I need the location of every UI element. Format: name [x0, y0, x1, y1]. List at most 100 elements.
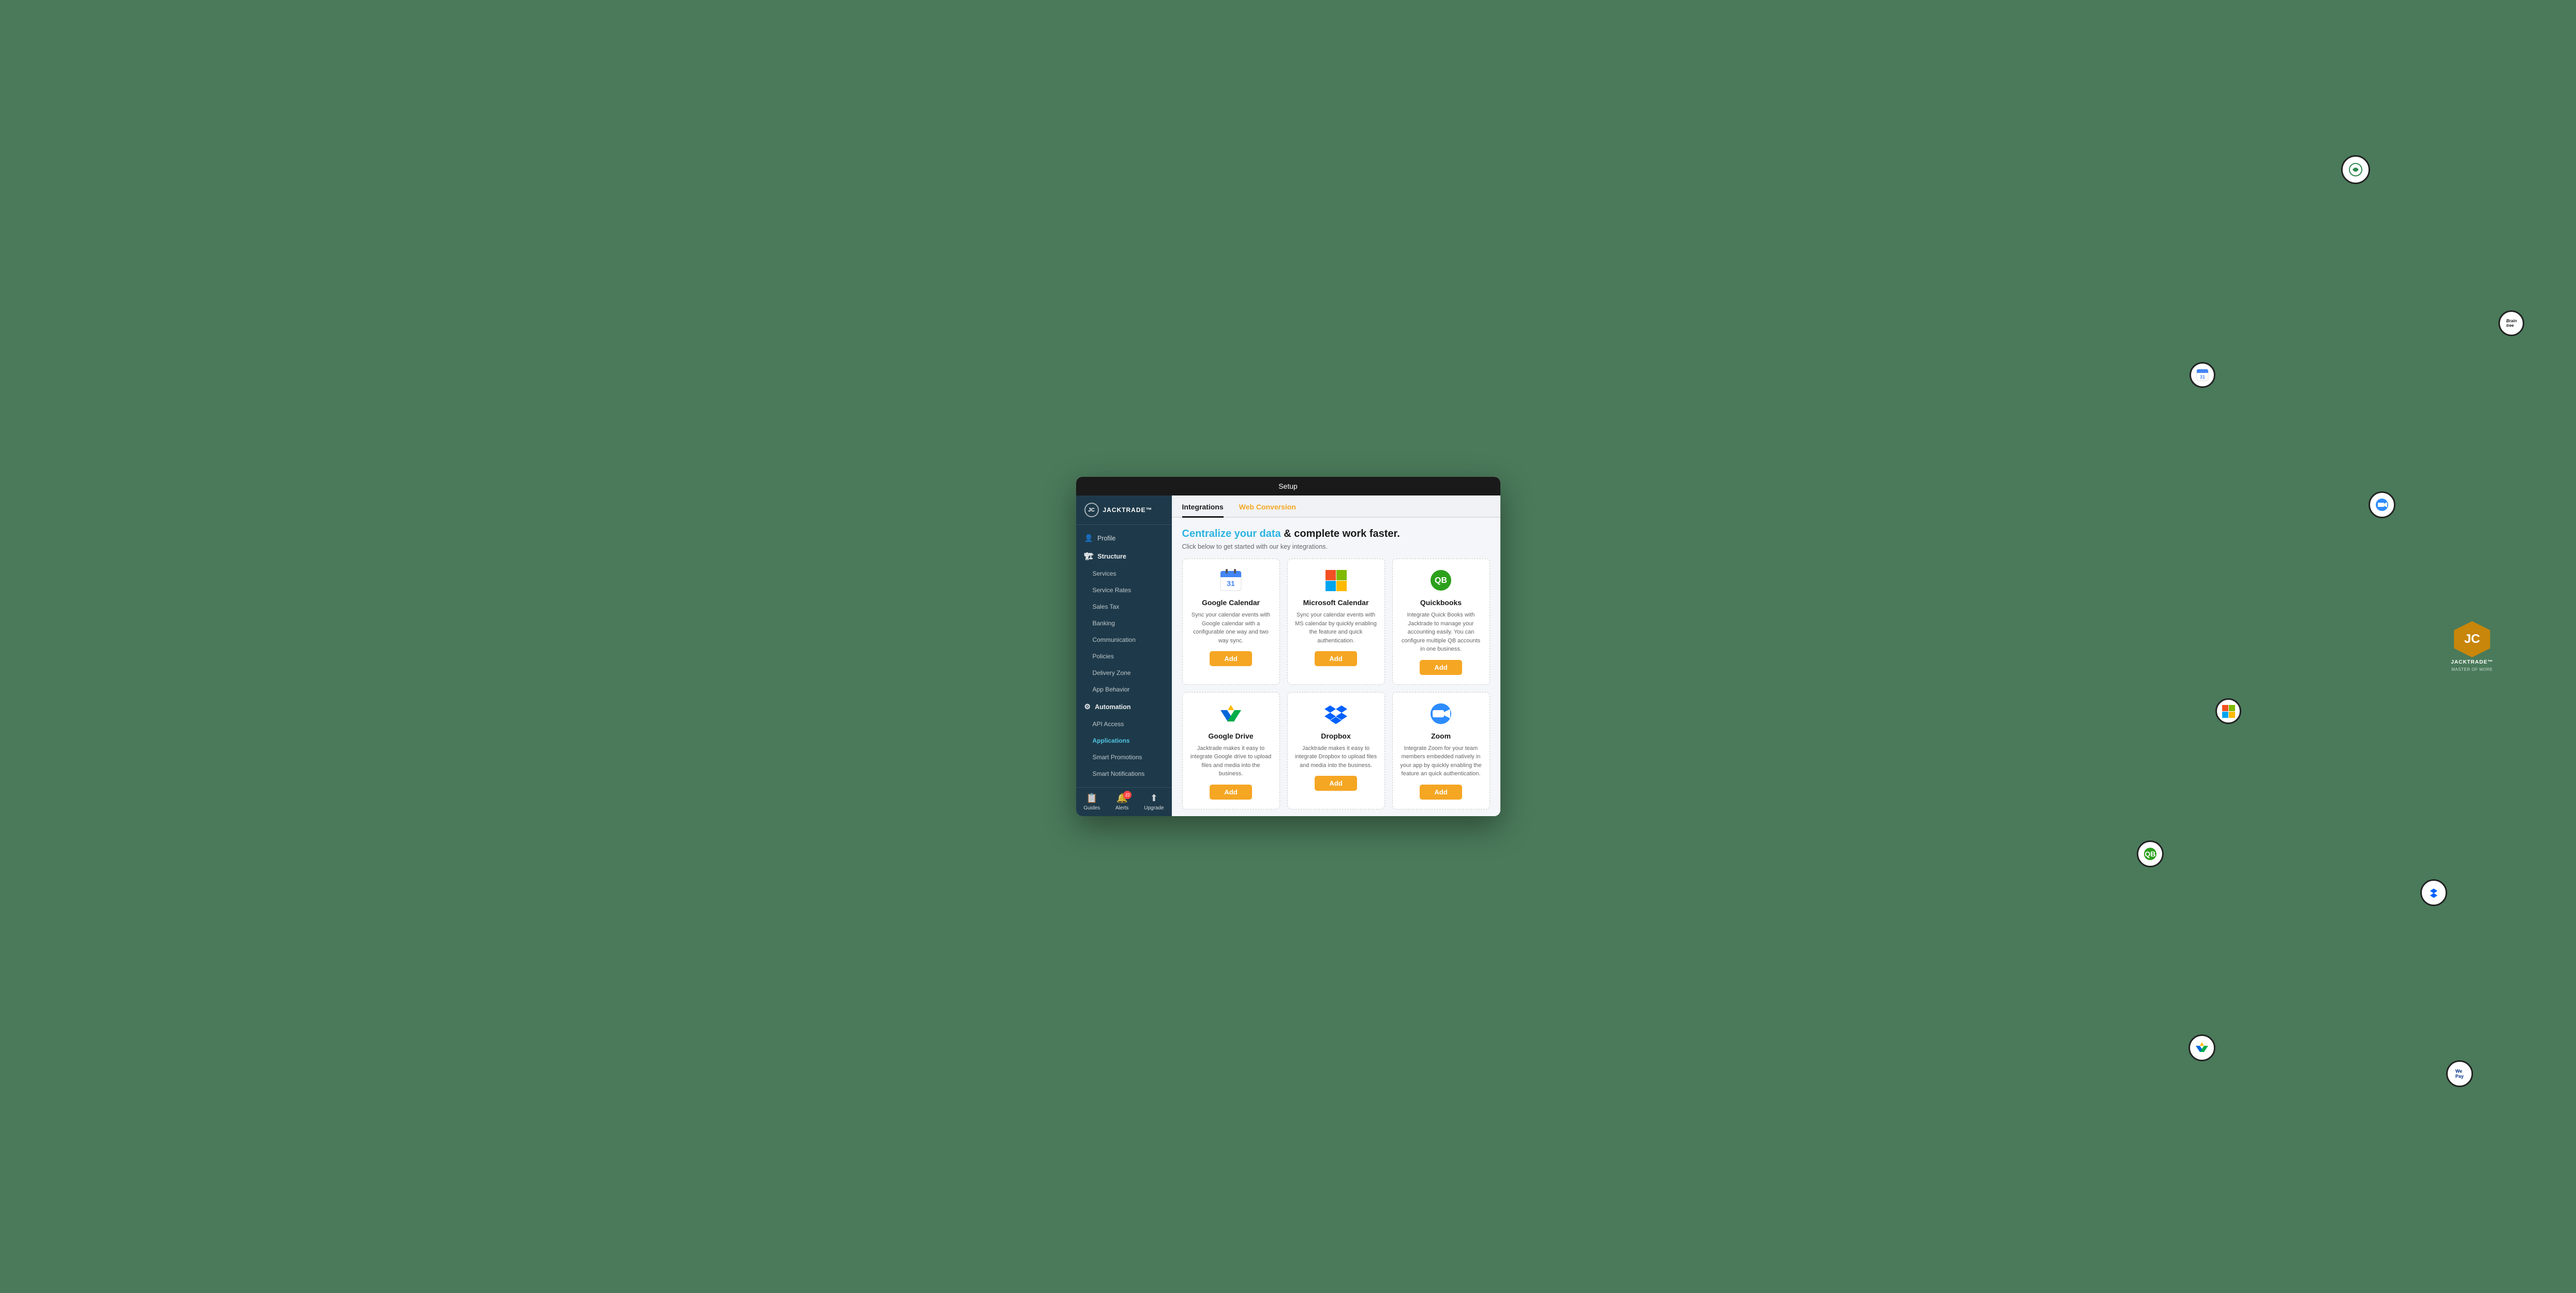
upgrade-icon: ⬆	[1150, 793, 1158, 804]
sidebar-item-applications[interactable]: Applications	[1076, 732, 1172, 749]
sidebar-label-delivery-zone: Delivery Zone	[1093, 669, 1131, 676]
integration-card-google-drive: Google Drive Jacktrade makes it easy to …	[1182, 692, 1280, 809]
ms-calendar-desc: Sync your calendar events with MS calend…	[1295, 611, 1377, 645]
sidebar-nav: 👤 Profile 🏗 Structure Services Service R…	[1076, 525, 1172, 787]
dropbox-icon	[1324, 702, 1348, 726]
quickbooks-desc: Integrate Quick Books with Jacktrade to …	[1400, 611, 1482, 654]
app-body: JC JACKTRADE™ 👤 Profile 🏗 Structure Serv…	[1076, 495, 1500, 816]
ms-calendar-title: Microsoft Calendar	[1303, 598, 1369, 607]
jt-brand-name: JACKTRADE™	[2451, 659, 2493, 665]
google-drive-title: Google Drive	[1208, 732, 1253, 740]
ms-calendar-add-btn[interactable]: Add	[1315, 651, 1357, 666]
sidebar-item-smart-promotions[interactable]: Smart Promotions	[1076, 749, 1172, 765]
sidebar-item-communication[interactable]: Communication	[1076, 632, 1172, 648]
sidebar-item-automation[interactable]: ⚙ Automation	[1076, 698, 1172, 716]
guides-label: Guides	[1083, 805, 1100, 811]
sidebar-label-app-behavior: App Behavior	[1093, 686, 1130, 693]
jt-tagline: MASTER OF MORE	[2451, 667, 2493, 672]
sidebar-label-structure: Structure	[1097, 553, 1126, 560]
sidebar-item-services[interactable]: Services	[1076, 565, 1172, 582]
guides-icon: 📋	[1086, 793, 1097, 804]
google-drive-desc: Jacktrade makes it easy to integrate Goo…	[1190, 744, 1272, 778]
zoom-desc: Integrate Zoom for your team members emb…	[1400, 744, 1482, 778]
guides-nav-item[interactable]: 📋 Guides	[1083, 793, 1100, 811]
svg-text:QB: QB	[2145, 850, 2156, 858]
google-drive-icon	[1219, 702, 1243, 726]
alerts-badge: 22	[1123, 791, 1131, 799]
google-calendar-icon: 31	[1219, 568, 1243, 592]
dropbox-add-btn[interactable]: Add	[1315, 776, 1357, 791]
google-drive-add-btn[interactable]: Add	[1210, 785, 1252, 800]
quickbooks-icon: QB	[1429, 568, 1453, 592]
mscal-bg-icon	[2215, 698, 2241, 724]
sidebar-logo: JC JACKTRADE™	[1076, 495, 1172, 525]
upgrade-nav-item[interactable]: ⬆ Upgrade	[1144, 793, 1164, 811]
sidebar-label-communication: Communication	[1093, 636, 1136, 643]
page-header: Centralize your data & complete work fas…	[1182, 528, 1490, 550]
sidebar-item-smart-actions[interactable]: Smart Actions	[1076, 782, 1172, 787]
zoom-bg-icon	[2369, 491, 2395, 518]
content-area: Centralize your data & complete work fas…	[1172, 518, 1500, 816]
integration-card-microsoft-calendar: Microsoft Calendar Sync your calendar ev…	[1287, 559, 1385, 685]
google-calendar-desc: Sync your calendar events with Google ca…	[1190, 611, 1272, 645]
integration-card-quickbooks: QB Quickbooks Integrate Quick Books with…	[1392, 559, 1490, 685]
sidebar-label-policies: Policies	[1093, 653, 1114, 660]
tab-integrations[interactable]: Integrations	[1182, 495, 1224, 518]
sidebar-item-service-rates[interactable]: Service Rates	[1076, 582, 1172, 598]
wepay-bg-icon: WePay	[2446, 1060, 2473, 1087]
jt-hex-logo: JC	[2454, 621, 2490, 657]
sidebar-label-applications: Applications	[1093, 737, 1130, 744]
integration-card-zoom: Zoom Integrate Zoom for your team member…	[1392, 692, 1490, 809]
integration-card-dropbox: Dropbox Jacktrade makes it easy to integ…	[1287, 692, 1385, 809]
sidebar-label-api-access: API Access	[1093, 720, 1124, 728]
google-calendar-add-btn[interactable]: Add	[1210, 651, 1252, 666]
titlebar: Setup	[1076, 477, 1500, 495]
sidebar-item-banking[interactable]: Banking	[1076, 615, 1172, 632]
gdrive-bg-icon	[2188, 1034, 2215, 1061]
sidebar-item-structure[interactable]: 🏗 Structure	[1076, 547, 1172, 565]
page-title-normal: & complete work faster.	[1281, 528, 1400, 539]
quickbooks-add-btn[interactable]: Add	[1420, 660, 1462, 675]
sidebar-item-policies[interactable]: Policies	[1076, 648, 1172, 665]
main-window: Setup JC JACKTRADE™ 👤 Profile 🏗 Structur…	[1076, 477, 1500, 816]
profile-icon: 👤	[1084, 534, 1093, 543]
structure-icon: 🏗	[1084, 552, 1094, 561]
sidebar-item-delivery-zone[interactable]: Delivery Zone	[1076, 665, 1172, 681]
integration-card-google-calendar: 31 Google Calendar Sync your calendar ev…	[1182, 559, 1280, 685]
sidebar-label-automation: Automation	[1095, 703, 1130, 711]
google-calendar-title: Google Calendar	[1202, 598, 1260, 607]
page-title: Centralize your data & complete work fas…	[1182, 528, 1490, 540]
sidebar-label-smart-promotions: Smart Promotions	[1093, 754, 1142, 761]
alerts-label: Alerts	[1115, 805, 1129, 811]
sidebar-label-profile: Profile	[1097, 535, 1115, 542]
sidebar-label-smart-notifications: Smart Notifications	[1093, 770, 1145, 777]
dropbox-bg-icon	[2420, 879, 2447, 906]
tab-web-conversion[interactable]: Web Conversion	[1239, 495, 1296, 518]
logo-text: JACKTRADE™	[1103, 506, 1153, 514]
svg-text:31: 31	[2200, 374, 2205, 380]
sidebar-label-services: Services	[1093, 570, 1116, 577]
sidebar-label-banking: Banking	[1093, 620, 1115, 627]
sidebar-item-api-access[interactable]: API Access	[1076, 716, 1172, 732]
sidebar-label-sales-tax: Sales Tax	[1093, 603, 1120, 610]
upgrade-label: Upgrade	[1144, 805, 1164, 811]
sidebar-item-smart-notifications[interactable]: Smart Notifications	[1076, 765, 1172, 782]
quickbooks-title: Quickbooks	[1420, 598, 1462, 607]
zoom-add-btn[interactable]: Add	[1420, 785, 1462, 800]
svg-text:QB: QB	[1435, 576, 1447, 585]
dropbox-desc: Jacktrade makes it easy to integrate Dro…	[1295, 744, 1377, 770]
alerts-nav-item[interactable]: 🔔 22 Alerts	[1115, 793, 1129, 811]
fiserv-bg-icon	[2341, 155, 2370, 184]
sidebar-item-profile[interactable]: 👤 Profile	[1076, 529, 1172, 547]
zoom-title: Zoom	[1431, 732, 1451, 740]
zoom-icon	[1429, 702, 1453, 726]
sidebar: JC JACKTRADE™ 👤 Profile 🏗 Structure Serv…	[1076, 495, 1172, 816]
sidebar-item-app-behavior[interactable]: App Behavior	[1076, 681, 1172, 698]
logo-icon: JC	[1084, 503, 1099, 517]
braintree-bg-icon: Braintree	[2498, 310, 2524, 336]
tabs-bar: Integrations Web Conversion	[1172, 495, 1500, 518]
qb-bg-icon: QB	[2137, 840, 2164, 867]
sidebar-item-sales-tax[interactable]: Sales Tax	[1076, 598, 1172, 615]
window-title: Setup	[1278, 482, 1298, 490]
svg-text:31: 31	[1227, 579, 1235, 588]
